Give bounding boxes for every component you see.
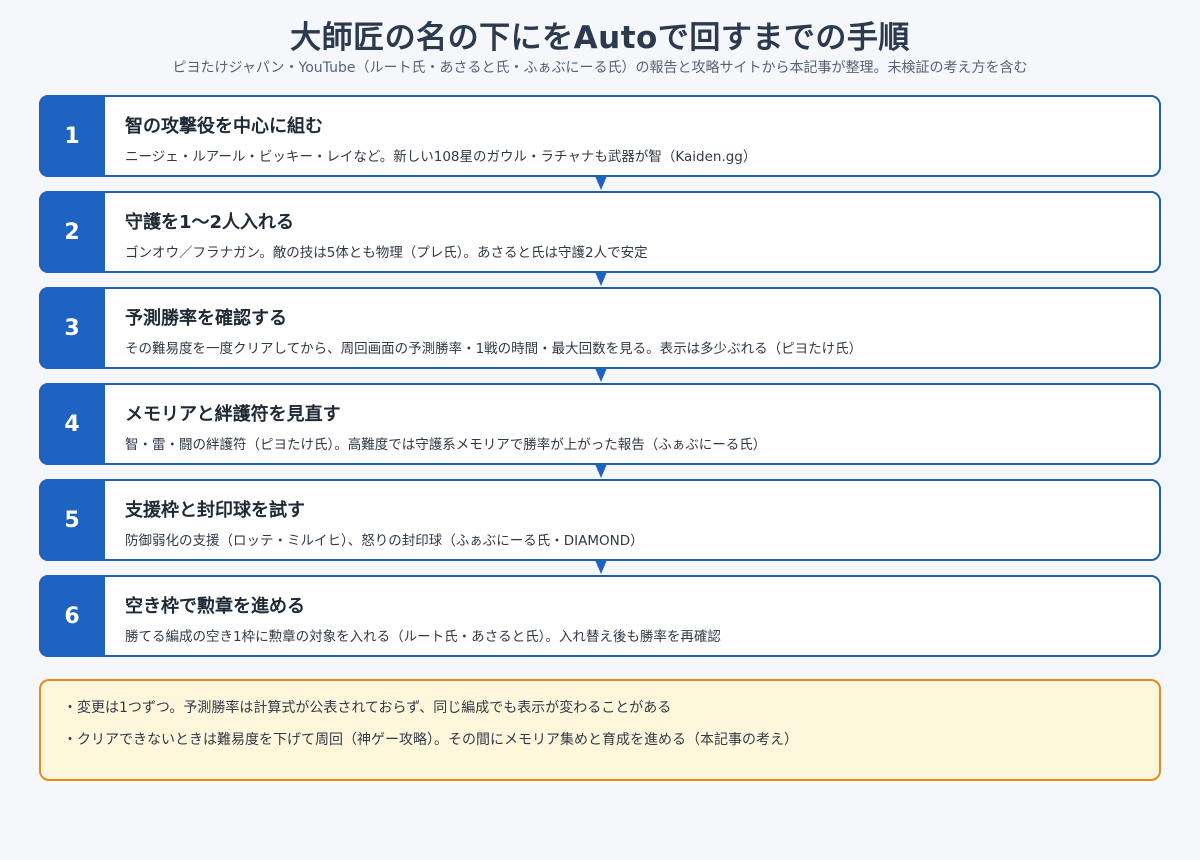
step-title: 支援枠と封印球を試す bbox=[125, 500, 305, 521]
notes-box: ・変更は1つずつ。予測勝率は計算式が公表されておらず、同じ編成でも表示が変わるこ… bbox=[39, 679, 1161, 781]
step-title: 予測勝率を確認する bbox=[125, 308, 287, 329]
step-description: ゴンオウ／フラナガン。敵の技は5体とも物理（プレ氏）。あさると氏は守護2人で安定 bbox=[125, 245, 648, 261]
step-description: 防御弱化の支援（ロッテ・ミルイヒ）、怒りの封印球（ふぁぶにーる氏・DIAMOND… bbox=[125, 533, 644, 549]
steps-flow: 1 智の攻撃役を中心に組む ニージェ・ルアール・ビッキー・レイなど。新しい108… bbox=[39, 95, 1161, 671]
step-number-badge: 2 bbox=[39, 191, 105, 273]
step-card-5: 5 支援枠と封印球を試す 防御弱化の支援（ロッテ・ミルイヒ）、怒りの封印球（ふぁ… bbox=[39, 479, 1161, 574]
step-description: 智・雷・闘の絆護符（ピヨたけ氏）。高難度では守護系メモリアで勝率が上がった報告（… bbox=[125, 437, 767, 453]
step-title: メモリアと絆護符を見直す bbox=[125, 404, 341, 425]
note-item: ・変更は1つずつ。予測勝率は計算式が公表されておらず、同じ編成でも表示が変わるこ… bbox=[63, 700, 672, 716]
step-description: 勝てる編成の空き1枠に勲章の対象を入れる（ルート氏・あさると氏）。入れ替え後も勝… bbox=[125, 629, 721, 645]
step-number-badge: 6 bbox=[39, 575, 105, 657]
arrow-down-icon bbox=[595, 464, 607, 478]
page-title: 大師匠の名の下にをAutoで回すまでの手順 bbox=[290, 20, 910, 56]
page-subtitle: ピヨたけジャパン・YouTube（ルート氏・あさると氏・ふぁぶにーる氏）の報告と… bbox=[172, 60, 1028, 76]
step-card-3: 3 予測勝率を確認する その難易度を一度クリアしてから、周回画面の予測勝率・1戦… bbox=[39, 287, 1161, 382]
arrow-down-icon bbox=[595, 176, 607, 190]
arrow-down-icon bbox=[595, 272, 607, 286]
step-description: その難易度を一度クリアしてから、周回画面の予測勝率・1戦の時間・最大回数を見る。… bbox=[125, 341, 863, 357]
step-title: 空き枠で勲章を進める bbox=[125, 596, 305, 617]
step-number-badge: 4 bbox=[39, 383, 105, 465]
step-number-badge: 1 bbox=[39, 95, 105, 177]
arrow-down-icon bbox=[595, 560, 607, 574]
step-description: ニージェ・ルアール・ビッキー・レイなど。新しい108星のガウル・ラチャナも武器が… bbox=[125, 149, 757, 165]
step-number-badge: 3 bbox=[39, 287, 105, 369]
step-title: 守護を1〜2人入れる bbox=[125, 212, 295, 233]
arrow-down-icon bbox=[595, 368, 607, 382]
step-card-4: 4 メモリアと絆護符を見直す 智・雷・闘の絆護符（ピヨたけ氏）。高難度では守護系… bbox=[39, 383, 1161, 478]
step-title: 智の攻撃役を中心に組む bbox=[125, 116, 323, 137]
step-number-badge: 5 bbox=[39, 479, 105, 561]
step-card-6: 6 空き枠で勲章を進める 勝てる編成の空き1枠に勲章の対象を入れる（ルート氏・あ… bbox=[39, 575, 1161, 657]
step-card-1: 1 智の攻撃役を中心に組む ニージェ・ルアール・ビッキー・レイなど。新しい108… bbox=[39, 95, 1161, 190]
step-card-2: 2 守護を1〜2人入れる ゴンオウ／フラナガン。敵の技は5体とも物理（プレ氏）。… bbox=[39, 191, 1161, 286]
note-item: ・クリアできないときは難易度を下げて周回（神ゲー攻略）。その間にメモリア集めと育… bbox=[63, 732, 798, 748]
